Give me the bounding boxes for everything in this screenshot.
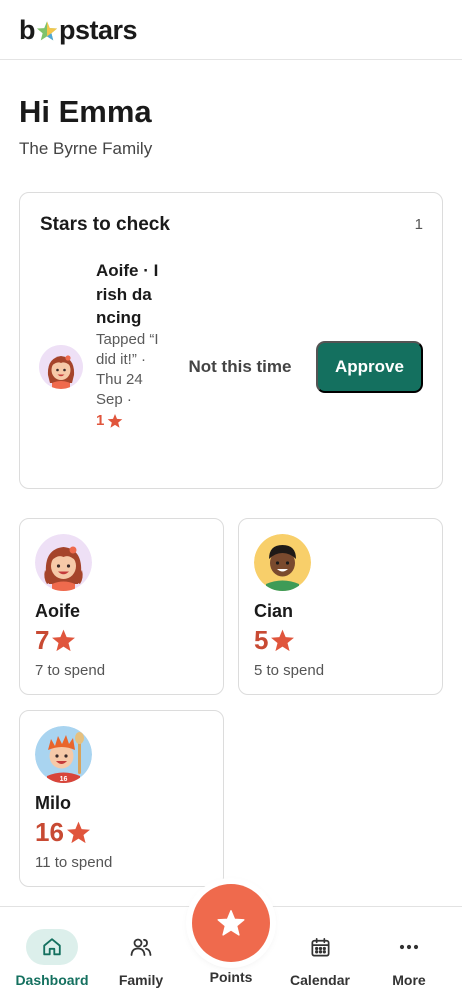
nav-label: Points (209, 969, 253, 985)
child-points: 7 (35, 625, 76, 656)
logo-text-right: pstars (59, 14, 138, 45)
child-points: 16 (35, 817, 91, 848)
not-this-time-button[interactable]: Not this time (178, 341, 302, 393)
people-icon (115, 929, 167, 965)
child-points: 5 (254, 625, 295, 656)
family-name: The Byrne Family (19, 139, 153, 158)
child-spend: 7 to spend (35, 662, 106, 679)
star-icon (52, 629, 76, 652)
star-icon (66, 821, 90, 844)
star-icon (271, 629, 295, 652)
nav-label: Family (118, 972, 164, 988)
pending-star-value: 1 (96, 411, 105, 429)
child-points-value: 5 (254, 625, 269, 655)
nav-item-dashboard[interactable]: Dashboard (6, 907, 98, 1000)
child-name: Aoife (35, 601, 80, 621)
child-card-milo[interactable]: 16 Milo 16 11 to spend (19, 710, 224, 887)
boy-avatar-icon: 16 (35, 726, 92, 783)
nav-item-calendar[interactable]: Calendar (274, 907, 366, 1000)
stars-to-check-count: 1 (414, 216, 423, 233)
page-title: Hi Emma (19, 94, 152, 129)
pending-star-title: Aoife · Irish dancing (96, 261, 159, 327)
girl-avatar-icon (39, 345, 83, 389)
child-name: Milo (35, 793, 71, 813)
nav-label: More (392, 972, 426, 988)
approve-button[interactable]: Approve (316, 341, 423, 393)
child-card-cian[interactable]: Cian 5 5 to spend (238, 518, 443, 695)
boy-avatar-icon (254, 534, 311, 591)
child-points-value: 7 (35, 625, 50, 655)
pending-star-count: 1 (96, 410, 160, 432)
nav-label: Dashboard (15, 972, 89, 988)
child-points-value: 16 (35, 817, 64, 847)
child-spend: 5 to spend (254, 662, 325, 679)
home-icon (26, 929, 78, 965)
pending-star-subtitle: Tapped “I did it!” · Thu 24 Sep · (96, 330, 159, 408)
calendar-icon (294, 929, 346, 965)
stars-to-check-card: Stars to check 1 Aoife · Irish dancing T… (19, 192, 443, 489)
svg-text:16: 16 (60, 776, 68, 783)
points-button[interactable] (192, 884, 270, 962)
stars-to-check-title: Stars to check (40, 214, 170, 235)
star-logo-icon (36, 21, 58, 41)
top-bar: b pstars (0, 0, 462, 60)
star-icon (217, 910, 245, 936)
nav-item-more[interactable]: More (363, 907, 455, 1000)
nav-label: Calendar (290, 972, 350, 988)
more-icon (383, 929, 435, 965)
star-icon (108, 413, 123, 428)
girl-avatar-icon (35, 534, 92, 591)
app-logo[interactable]: b pstars (19, 12, 138, 48)
child-name: Cian (254, 601, 294, 621)
pending-star-info: Aoife · Irish dancing Tapped “I did it!”… (96, 259, 160, 432)
logo-text-left: b (19, 14, 36, 45)
child-card-aoife[interactable]: Aoife 7 7 to spend (19, 518, 224, 695)
child-spend: 11 to spend (35, 854, 113, 871)
nav-item-family[interactable]: Family (95, 907, 187, 1000)
